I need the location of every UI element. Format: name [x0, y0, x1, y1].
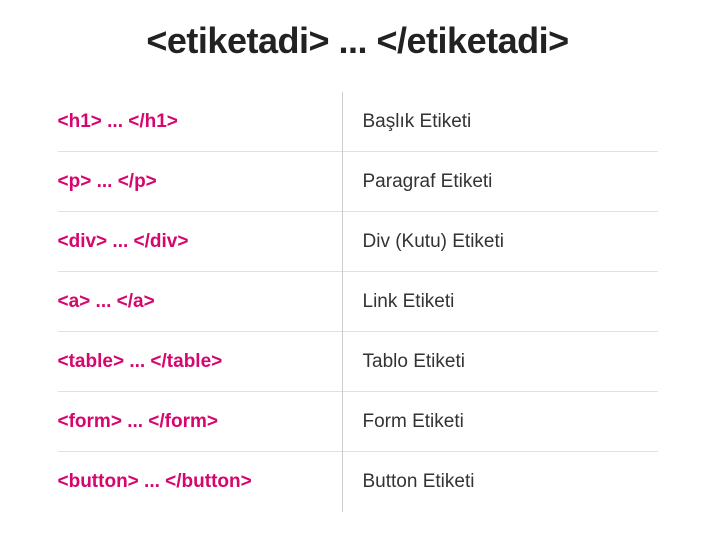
code-cell: <table> ... </table>	[58, 332, 342, 392]
tag-table: <h1> ... </h1> <p> ... </p> <div> ... </…	[58, 92, 658, 512]
desc-cell: Başlık Etiketi	[343, 92, 658, 152]
code-cell: <div> ... </div>	[58, 212, 342, 272]
code-cell: <h1> ... </h1>	[58, 92, 342, 152]
desc-cell: Button Etiketi	[343, 452, 658, 512]
desc-cell: Link Etiketi	[343, 272, 658, 332]
code-column: <h1> ... </h1> <p> ... </p> <div> ... </…	[58, 92, 343, 512]
code-cell: <button> ... </button>	[58, 452, 342, 512]
page-title: <etiketadi> ... </etiketadi>	[0, 20, 715, 62]
desc-column: Başlık Etiketi Paragraf Etiketi Div (Kut…	[343, 92, 658, 512]
code-cell: <a> ... </a>	[58, 272, 342, 332]
code-cell: <form> ... </form>	[58, 392, 342, 452]
desc-cell: Paragraf Etiketi	[343, 152, 658, 212]
desc-cell: Tablo Etiketi	[343, 332, 658, 392]
code-cell: <p> ... </p>	[58, 152, 342, 212]
desc-cell: Form Etiketi	[343, 392, 658, 452]
desc-cell: Div (Kutu) Etiketi	[343, 212, 658, 272]
